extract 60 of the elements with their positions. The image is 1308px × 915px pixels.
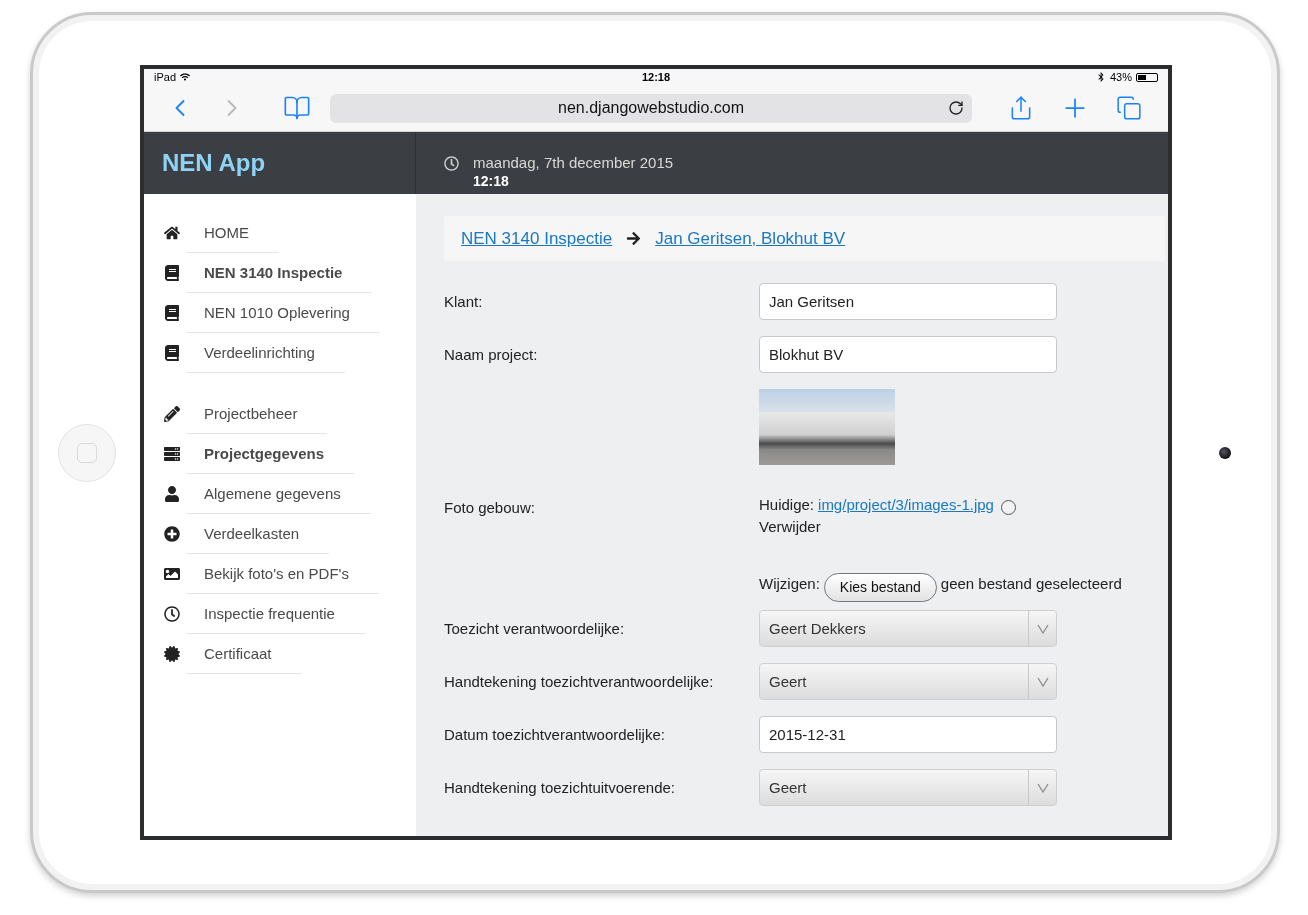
sidebar-item[interactable]: NEN 1010 Oplevering <box>187 293 380 333</box>
book-icon <box>164 345 180 361</box>
field-label: Handtekening toezichtuitvoerende: <box>444 779 676 796</box>
field-label: Klant: <box>444 293 484 310</box>
file-status: geen bestand geselecteerd <box>940 574 1122 592</box>
change-label: Wijzigen: <box>759 574 820 592</box>
sidebar-item[interactable]: Verdeelkasten <box>187 514 330 554</box>
header-date: maandag, 7th december 2015 <box>473 153 674 173</box>
select-dropdown[interactable]: Geert <box>759 769 1057 806</box>
current-label: Huidige: <box>759 495 815 513</box>
sidebar-item[interactable]: Projectbeheer <box>187 394 328 434</box>
sidebar-item[interactable]: Bekijk foto's en PDF's <box>187 554 379 594</box>
wifi-icon <box>180 72 191 82</box>
field-label: Toezicht verantwoordelijke: <box>444 620 626 637</box>
remove-label: Verwijder <box>759 517 821 535</box>
field-label: Foto gebouw: <box>444 498 536 516</box>
breadcrumb-link[interactable]: Jan Geritsen, Blokhut BV <box>655 228 846 249</box>
battery-icon <box>1136 72 1158 82</box>
certificate-icon <box>164 646 180 662</box>
battery-percent: 43% <box>1109 71 1132 83</box>
file-link[interactable]: img/project/3/images-1.jpg <box>818 495 994 513</box>
status-time: 12:18 <box>641 71 671 83</box>
select-dropdown[interactable]: Geert Dekkers <box>759 610 1057 647</box>
caret-icon <box>1036 623 1049 634</box>
caret-icon <box>1036 676 1049 687</box>
field-label: Handtekening toezichtverantwoordelijke: <box>444 673 715 690</box>
sidebar-item[interactable]: Algemene gegevens <box>187 474 371 514</box>
field-label: Naam project: <box>444 346 539 363</box>
sidebar-item[interactable]: Projectgegevens <box>187 434 355 474</box>
home-icon <box>164 225 180 241</box>
book-icon <box>164 265 180 281</box>
choose-file-button[interactable]: Kies bestand <box>823 572 937 602</box>
sidebar-item[interactable]: HOME <box>187 213 279 253</box>
arrow-right-icon <box>626 231 642 246</box>
device-name: iPad <box>154 71 177 83</box>
image-icon <box>164 566 180 582</box>
sidebar-item[interactable]: Verdeelinrichting <box>187 333 345 373</box>
input-field[interactable]: 2015-12-31 <box>759 716 1057 753</box>
field-label: Datum toezichtverantwoordelijke: <box>444 726 666 743</box>
address-field[interactable]: nen.djangowebstudio.com <box>330 93 972 123</box>
clock-icon <box>164 606 180 622</box>
book-icon <box>164 305 180 321</box>
caret-icon <box>1036 782 1049 793</box>
book-icon <box>283 94 311 122</box>
reload-icon[interactable] <box>948 99 964 116</box>
sidebar-item[interactable]: Certificaat <box>187 634 302 674</box>
camera-dot <box>1218 446 1231 459</box>
sidebar-item[interactable]: NEN 3140 Inspectie <box>187 253 373 293</box>
server-icon <box>164 446 180 462</box>
pencil-icon <box>164 406 180 422</box>
clock-icon <box>444 156 459 171</box>
sidebar-item[interactable]: Inspectie frequentie <box>187 594 365 634</box>
user-icon <box>164 486 180 502</box>
input-field[interactable]: Blokhut BV <box>759 336 1057 373</box>
input-field[interactable]: Jan Geritsen <box>759 283 1057 320</box>
tabs-icon <box>1116 95 1142 121</box>
remove-checkbox[interactable] <box>1000 499 1016 515</box>
header-time: 12:18 <box>473 173 510 189</box>
select-dropdown[interactable]: Geert <box>759 663 1057 700</box>
breadcrumb-link[interactable]: NEN 3140 Inspectie <box>461 228 613 249</box>
